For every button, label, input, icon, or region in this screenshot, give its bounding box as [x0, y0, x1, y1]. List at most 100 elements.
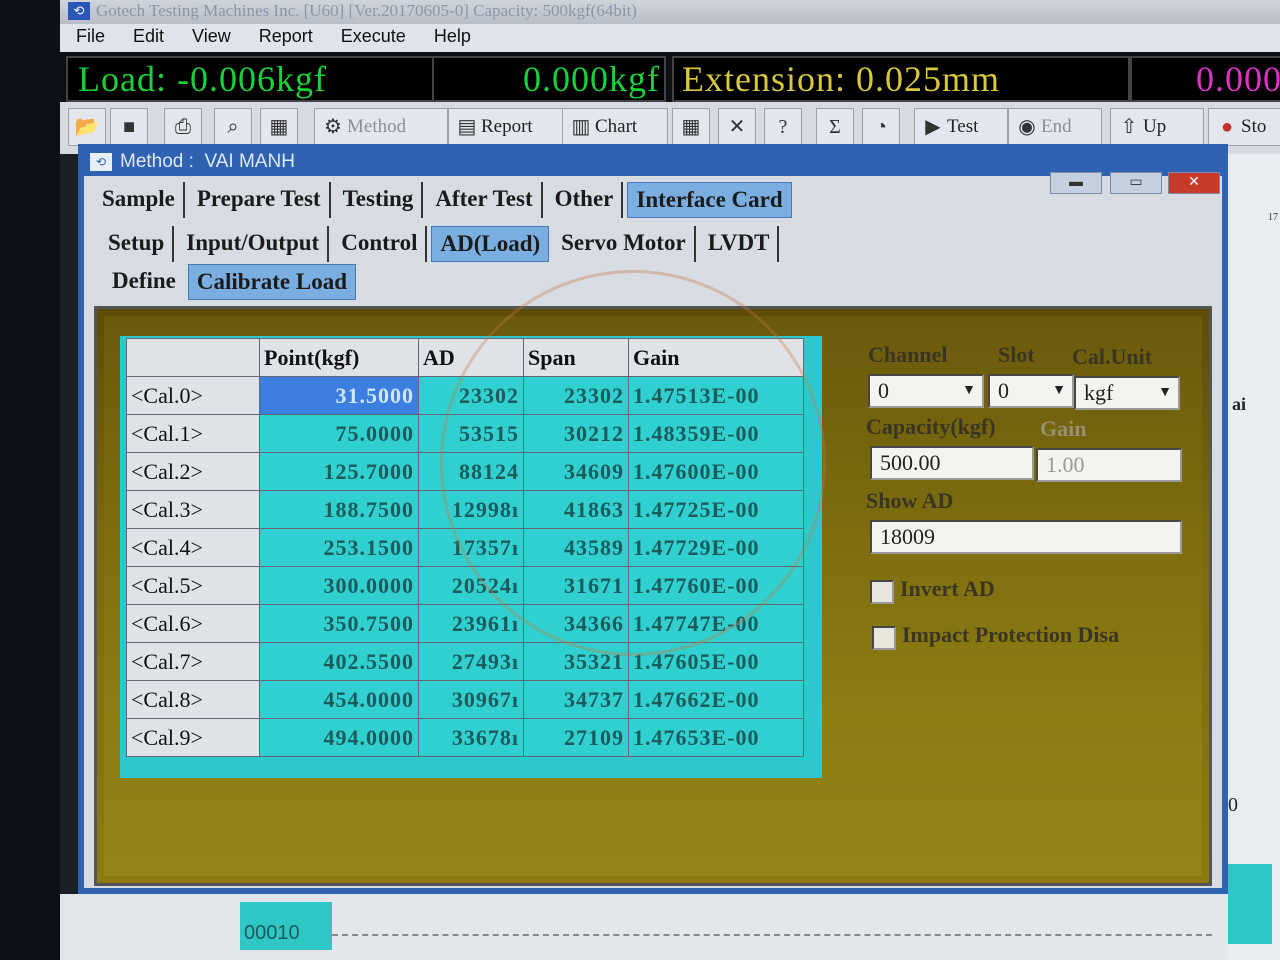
cell-point[interactable]: 494.0000 [259, 718, 419, 757]
up-button[interactable]: ⇧ Up [1110, 108, 1204, 146]
impact-protection-checkbox[interactable] [872, 626, 896, 650]
cell-point[interactable]: 75.0000 [259, 414, 419, 453]
chart-button[interactable]: ▥ Chart [562, 108, 668, 146]
cell-point[interactable]: 188.7500 [259, 490, 419, 529]
tab-control[interactable]: Control [333, 226, 428, 262]
tab-define[interactable]: Define [104, 264, 184, 300]
row-header[interactable]: <Cal.2> [126, 452, 260, 491]
row-header[interactable]: <Cal.0> [126, 376, 260, 415]
cell-gain[interactable]: 1.47653E-00 [628, 718, 804, 757]
tab-after-test[interactable]: After Test [427, 182, 543, 218]
extra-readout: 0.000 [1130, 56, 1280, 102]
minimize-button[interactable]: ▬ [1050, 172, 1102, 194]
print-button[interactable]: ⎙ [164, 108, 202, 146]
timer-button[interactable]: ◔ [862, 108, 900, 146]
cell-point[interactable]: 402.5500 [259, 642, 419, 681]
impact-protection-label: Impact Protection Disa [902, 622, 1120, 647]
channel-label: Channel [868, 342, 948, 367]
magnifier-icon: ⌕ [227, 116, 239, 138]
cell-point[interactable]: 125.7000 [259, 452, 419, 491]
column-header-point[interactable]: Point(kgf) [259, 338, 419, 377]
extension-readout: Extension: 0.025mm [672, 56, 1130, 102]
channel-select[interactable]: 0 ▼ [868, 374, 984, 408]
gain-input[interactable]: 1.00 [1036, 448, 1182, 482]
sample-button[interactable]: ▦ [260, 108, 298, 146]
report-button[interactable]: ▤ Report [448, 108, 566, 146]
stop-icon: ● [1220, 116, 1234, 138]
tab-calibrate-load[interactable]: Calibrate Load [187, 264, 357, 300]
row-header[interactable]: <Cal.9> [126, 718, 260, 757]
table-button[interactable]: ▦ [672, 108, 710, 146]
row-header[interactable]: <Cal.6> [126, 604, 260, 643]
end-icon: ◉ [1018, 116, 1036, 138]
tab-setup[interactable]: Setup [100, 226, 175, 262]
tab-other[interactable]: Other [547, 182, 624, 218]
row-header[interactable]: <Cal.1> [126, 414, 260, 453]
save-button[interactable]: ■ [110, 108, 148, 146]
tab-interface-card[interactable]: Interface Card [627, 182, 792, 218]
stop-button[interactable]: ● Sto [1208, 108, 1280, 146]
cell-ad[interactable]: 30967ı [418, 680, 524, 719]
tab-sample[interactable]: Sample [94, 182, 185, 218]
query-button[interactable]: ? [764, 108, 802, 146]
sum-button[interactable]: Σ [816, 108, 854, 146]
menu-execute[interactable]: Execute [325, 24, 418, 47]
tab-input-output[interactable]: Input/Output [178, 226, 330, 262]
chevron-down-icon: ▼ [1158, 385, 1172, 400]
row-header[interactable]: <Cal.5> [126, 566, 260, 605]
capacity-input[interactable]: 500.00 [870, 446, 1034, 480]
cell-point[interactable]: 253.1500 [259, 528, 419, 567]
chevron-down-icon: ▼ [962, 383, 976, 398]
cell-point[interactable]: 350.7500 [259, 604, 419, 643]
row-header[interactable]: <Cal.4> [126, 528, 260, 567]
menu-edit[interactable]: Edit [117, 24, 176, 47]
table-icon: ▦ [681, 116, 701, 138]
tab-lvdt[interactable]: LVDT [700, 226, 780, 262]
tab-testing[interactable]: Testing [335, 182, 424, 218]
menu-help[interactable]: Help [418, 24, 483, 47]
chevron-down-icon: ▼ [1052, 383, 1066, 398]
menu-report[interactable]: Report [243, 24, 325, 47]
cell-ad[interactable]: 33678ı [418, 718, 524, 757]
method-button[interactable]: ⚙ Method [314, 108, 448, 146]
cell-point[interactable]: 31.5000 [259, 376, 419, 415]
menu-view[interactable]: View [176, 24, 243, 47]
stats-button[interactable]: ✕ [718, 108, 756, 146]
cell-point[interactable]: 300.0000 [259, 566, 419, 605]
row-header[interactable]: <Cal.8> [126, 680, 260, 719]
tab-servo-motor[interactable]: Servo Motor [553, 226, 696, 262]
cell-span[interactable]: 27109 [523, 718, 629, 757]
row-header[interactable]: <Cal.7> [126, 642, 260, 681]
tab-row-interface: Setup Input/Output Control AD(Load) Serv… [100, 226, 783, 262]
open-button[interactable]: 📂 [68, 108, 106, 146]
cell-point[interactable]: 454.0000 [259, 680, 419, 719]
cal-unit-select[interactable]: kgf ▼ [1074, 376, 1180, 410]
tab-prepare-test[interactable]: Prepare Test [189, 182, 331, 218]
table-corner [126, 338, 260, 377]
capacity-label: Capacity(kgf) [866, 414, 996, 439]
slot-value: 0 [998, 378, 1009, 403]
app-title-bar: ⟲ Gotech Testing Machines Inc. [U60] [Ver… [60, 0, 1280, 24]
background-status-area: 00010 [60, 894, 1228, 960]
end-button[interactable]: ◉ End [1008, 108, 1102, 146]
menu-file[interactable]: File [60, 24, 117, 47]
cell-ad[interactable]: 27493ı [418, 642, 524, 681]
search-button[interactable]: ⌕ [214, 108, 252, 146]
peak-readout: 0.000kgf [432, 56, 666, 102]
slot-select[interactable]: 0 ▼ [988, 374, 1074, 408]
query-icon: ? [778, 116, 788, 138]
method-button-label: Method [347, 116, 407, 137]
chart-button-label: Chart [595, 116, 638, 137]
invert-ad-checkbox[interactable] [870, 580, 894, 604]
tab-ad-load[interactable]: AD(Load) [431, 226, 550, 262]
row-header[interactable]: <Cal.3> [126, 490, 260, 529]
cal-unit-value: kgf [1084, 380, 1114, 405]
method-icon: ⚙ [324, 116, 342, 138]
test-button[interactable]: ▶ Test [914, 108, 1008, 146]
cell-span[interactable]: 34737 [523, 680, 629, 719]
maximize-button[interactable]: ▭ [1110, 172, 1162, 194]
gain-label: Gain [1040, 416, 1087, 441]
stopwatch-icon: ◔ [874, 116, 888, 138]
close-button[interactable]: ✕ [1168, 172, 1220, 194]
cell-gain[interactable]: 1.47662E-00 [628, 680, 804, 719]
